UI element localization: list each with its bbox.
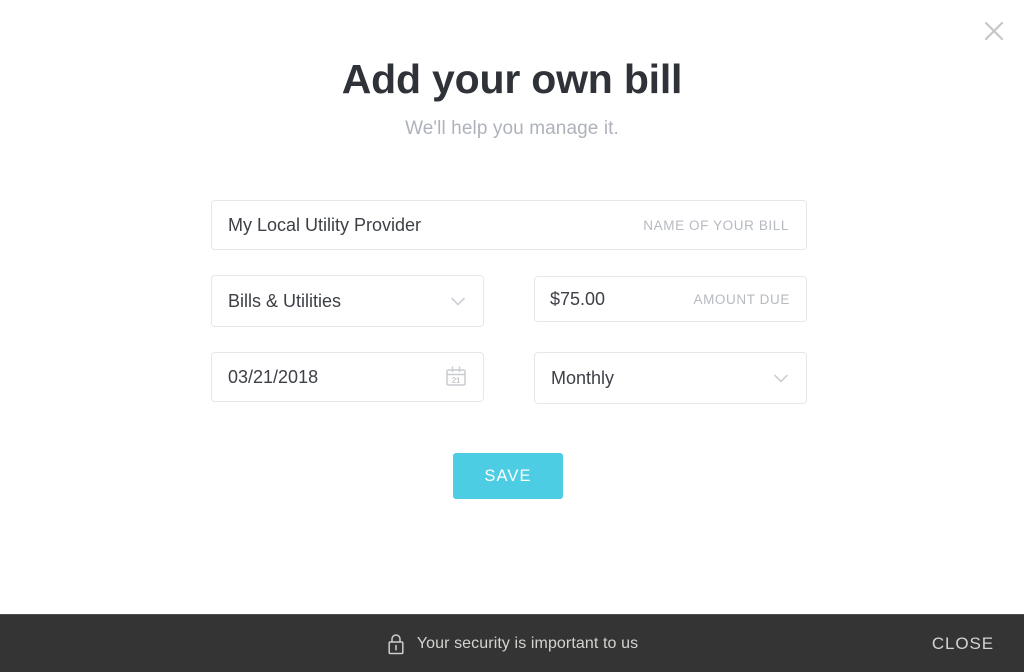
footer-bar: Your security is important to us CLOSE — [0, 614, 1024, 672]
security-text: Your security is important to us — [416, 634, 639, 652]
due-date-field[interactable]: 03/21/2018 21 — [211, 352, 484, 402]
calendar-icon[interactable]: 21 — [443, 364, 469, 390]
save-button[interactable]: SAVE — [453, 453, 563, 499]
frequency-value: Monthly — [551, 367, 615, 388]
category-select[interactable]: Bills & Utilities — [211, 275, 484, 327]
category-value: Bills & Utilities — [228, 290, 342, 311]
modal-header: Add your own bill We'll help you manage … — [0, 0, 1024, 140]
close-button[interactable]: CLOSE — [932, 634, 994, 654]
amount-due-field[interactable]: $75.00 AMOUNT DUE — [534, 276, 807, 322]
chevron-down-icon — [770, 367, 792, 389]
security-note: Your security is important to us — [386, 632, 638, 656]
calendar-day-number: 21 — [452, 376, 460, 385]
amount-due-label: AMOUNT DUE — [693, 291, 790, 307]
lock-icon — [386, 632, 406, 656]
chevron-down-icon — [447, 290, 469, 312]
page-title: Add your own bill — [341, 56, 683, 102]
amount-due-value: $75.00 — [550, 288, 606, 309]
frequency-select[interactable]: Monthly — [534, 352, 807, 404]
due-date-value: 03/21/2018 — [228, 366, 319, 387]
page-subtitle: We'll help you manage it. — [405, 117, 619, 139]
bill-name-label: NAME OF YOUR BILL — [643, 217, 789, 233]
bill-name-field[interactable]: My Local Utility Provider NAME OF YOUR B… — [211, 200, 807, 250]
bill-name-value: My Local Utility Provider — [228, 214, 422, 235]
